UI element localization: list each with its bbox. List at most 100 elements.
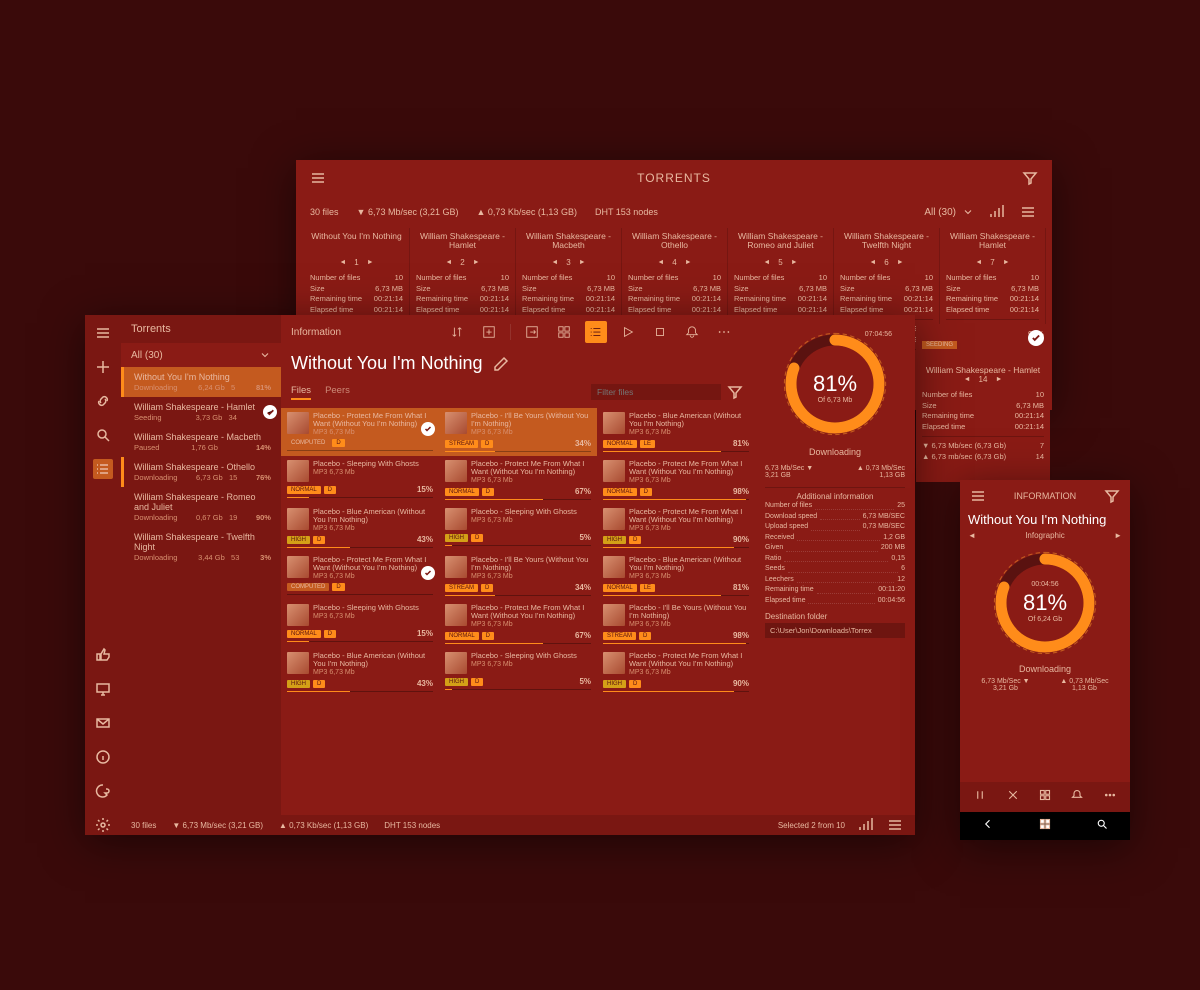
file-tile[interactable]: Placebo - Protect Me From What I Want (W…: [281, 552, 439, 600]
app-title: TORRENTS: [296, 171, 1052, 185]
tab-peers[interactable]: Peers: [325, 385, 350, 400]
thumbup-icon[interactable]: [93, 645, 113, 665]
pause-icon[interactable]: [974, 788, 986, 806]
palette-icon[interactable]: [93, 781, 113, 801]
back-icon[interactable]: [982, 817, 994, 835]
export-icon[interactable]: [521, 321, 543, 343]
filter-input[interactable]: [591, 384, 721, 400]
more-icon[interactable]: [713, 321, 735, 343]
search-icon[interactable]: [93, 425, 113, 445]
hamburger-icon[interactable]: [308, 168, 328, 188]
play-icon[interactable]: [617, 321, 639, 343]
sidebar-item[interactable]: Without You I'm Nothing Downloading6,24 …: [121, 367, 281, 397]
file-tile[interactable]: Placebo - Sleeping With GhostsMP3 6,73 M…: [439, 648, 597, 696]
file-tile[interactable]: Placebo - Protect Me From What I Want (W…: [597, 504, 755, 552]
sidebar-filter[interactable]: All (30): [121, 343, 281, 367]
sidebar-item[interactable]: William Shakespeare - Twelfth Night Down…: [121, 527, 281, 567]
gear-icon[interactable]: [93, 815, 113, 835]
tab-files[interactable]: Files: [291, 385, 311, 400]
hamburger-icon[interactable]: [968, 486, 988, 506]
grid-icon[interactable]: [553, 321, 575, 343]
tabs: Files Peers: [281, 385, 360, 406]
torrent-title: Without You I'm Nothing: [281, 349, 755, 382]
chev-left-icon[interactable]: ◄: [968, 531, 976, 540]
file-tile[interactable]: Placebo - Protect Me From What I Want (W…: [439, 456, 597, 504]
file-tile[interactable]: Placebo - Protect Me From What I Want (W…: [597, 648, 755, 696]
filter-icon[interactable]: [1020, 168, 1040, 188]
rail: [85, 315, 121, 835]
stop-icon[interactable]: [649, 321, 671, 343]
file-tile[interactable]: Placebo - Blue American (Without You I'm…: [281, 648, 439, 696]
info-row: Download speed6,73 MB/SEC: [765, 512, 905, 523]
sidebar-item[interactable]: William Shakespeare - Romeo and Juliet D…: [121, 487, 281, 527]
add-icon[interactable]: [93, 357, 113, 377]
dl-speed: 6,73 Mb/Sec: [765, 465, 804, 472]
mail-icon[interactable]: [93, 713, 113, 733]
sort-icon[interactable]: [446, 321, 468, 343]
monitor-icon[interactable]: [93, 679, 113, 699]
file-tile[interactable]: Placebo - I'll Be Yours (Without You I'm…: [597, 600, 755, 648]
sidebar-item[interactable]: William Shakespeare - Hamlet Seeding3,73…: [121, 397, 281, 427]
info-icon[interactable]: [93, 747, 113, 767]
dht-nodes: DHT 153 nodes: [595, 207, 658, 217]
list-view-icon[interactable]: [885, 815, 905, 835]
bell-icon[interactable]: [681, 321, 703, 343]
search-icon[interactable]: [1096, 817, 1108, 835]
sidebar-item[interactable]: William Shakespeare - Othello Downloadin…: [121, 457, 281, 487]
file-tile[interactable]: Placebo - I'll Be Yours (Without You I'm…: [439, 552, 597, 600]
files-grid: Placebo - Protect Me From What I Want (W…: [281, 408, 755, 696]
sb-up: ▲ 0,73 Kb/sec (1,13 GB): [279, 821, 368, 830]
info-label: Information: [291, 327, 341, 338]
mob-ring: 00:04:56 81% Of 6,24 Gb: [990, 548, 1100, 658]
list-view-icon[interactable]: [1018, 202, 1038, 222]
filter-icon[interactable]: [725, 382, 745, 402]
file-tile[interactable]: Placebo - Sleeping With GhostsMP3 6,73 M…: [281, 600, 439, 648]
ring-time: 07:04:56: [865, 331, 892, 338]
mob-name: Without You I'm Nothing: [960, 512, 1130, 527]
grid-icon[interactable]: [1039, 788, 1051, 806]
signal-icon[interactable]: [855, 815, 875, 835]
sidebar: Torrents All (30) Without You I'm Nothin…: [121, 315, 281, 835]
file-tile[interactable]: Placebo - Blue American (Without You I'm…: [597, 408, 755, 456]
filter-icon[interactable]: [1102, 486, 1122, 506]
info-row: Elapsed time00:04:56: [765, 596, 905, 607]
file-tile[interactable]: Placebo - Sleeping With GhostsMP3 6,73 M…: [281, 456, 439, 504]
dest-path[interactable]: C:\User\Jon\Downloads\Torrex: [765, 623, 905, 638]
mob-sub: Infographic: [1025, 531, 1065, 540]
info-row: Seeds6: [765, 564, 905, 575]
windows-icon[interactable]: [1039, 817, 1051, 835]
addbox-icon[interactable]: [478, 321, 500, 343]
edit-icon[interactable]: [491, 354, 511, 374]
peek-card: 90% SEEDING William Shakespeare - Hamlet…: [916, 324, 1050, 482]
signal-icon[interactable]: [986, 202, 1006, 222]
main-window: Torrents All (30) Without You I'm Nothin…: [85, 315, 915, 835]
info-row: Number of files25: [765, 501, 905, 512]
list-icon[interactable]: [93, 459, 113, 479]
up-speed: ▲ 0,73 Kb/sec (1,13 GB): [476, 207, 576, 217]
addl-header: Additional information: [765, 487, 905, 501]
titlebar-a: TORRENTS: [296, 160, 1052, 196]
progress-ring: 81% Of 6,73 Mb 07:04:56: [780, 329, 890, 439]
listview-icon[interactable]: [585, 321, 607, 343]
chev-right-icon[interactable]: ►: [1114, 531, 1122, 540]
file-tile[interactable]: Placebo - Blue American (Without You I'm…: [281, 504, 439, 552]
file-tile[interactable]: Placebo - Sleeping With GhostsMP3 6,73 M…: [439, 504, 597, 552]
peek-pager[interactable]: ◄14►: [922, 375, 1044, 384]
bell-icon[interactable]: [1071, 788, 1083, 806]
sidebar-header: Torrents: [121, 315, 281, 343]
file-tile[interactable]: Placebo - Protect Me From What I Want (W…: [597, 456, 755, 504]
link-icon[interactable]: [93, 391, 113, 411]
sidebar-item[interactable]: William Shakespeare - Macbeth Paused1,76…: [121, 427, 281, 457]
mobile-window: INFORMATION Without You I'm Nothing ◄ In…: [960, 480, 1130, 840]
hamburger-icon[interactable]: [93, 323, 113, 343]
down-speed: ▼ 6,73 Mb/sec (3,21 GB): [357, 207, 459, 217]
file-tile[interactable]: Placebo - Protect Me From What I Want (W…: [439, 600, 597, 648]
dest-label: Destination folder: [765, 612, 905, 621]
file-tile[interactable]: Placebo - Protect Me From What I Want (W…: [281, 408, 439, 456]
more-icon[interactable]: [1104, 788, 1116, 806]
file-tile[interactable]: Placebo - I'll Be Yours (Without You I'm…: [439, 408, 597, 456]
close-icon[interactable]: [1007, 788, 1019, 806]
filter-all-dropdown[interactable]: All (30): [924, 206, 974, 218]
ul-speed: 0,73 Mb/Sec: [866, 465, 905, 472]
file-tile[interactable]: Placebo - Blue American (Without You I'm…: [597, 552, 755, 600]
